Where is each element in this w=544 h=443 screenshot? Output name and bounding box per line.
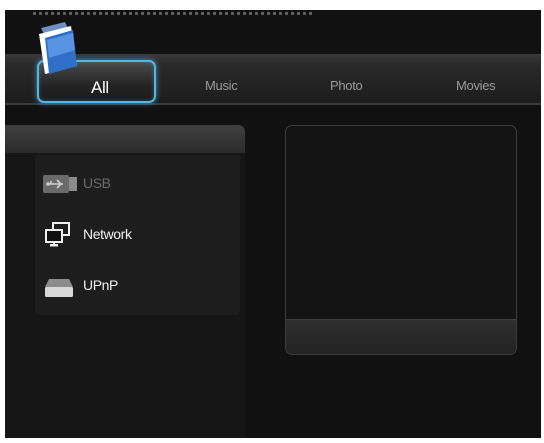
source-list: USB Network UPnP [35,155,240,315]
source-item-network-label: Network [83,226,132,242]
tab-movies[interactable]: Movies [456,78,496,93]
source-item-network[interactable]: Network [43,218,233,252]
source-item-usb-label: USB [83,175,111,191]
media-browser-screen: All Music Photo Movies USB Network UPnP [5,10,541,438]
source-item-upnp[interactable]: UPnP [43,269,233,303]
tab-bar-divider [5,103,541,105]
usb-icon [43,175,77,193]
preview-panel [285,125,517,355]
tab-all-label: All [91,78,109,97]
upnp-icon [45,279,73,297]
source-panel-header [5,125,245,153]
tab-photo[interactable]: Photo [330,78,363,93]
source-item-upnp-label: UPnP [83,277,118,293]
decorative-dotted-strip [33,12,313,15]
tab-music[interactable]: Music [205,78,238,93]
source-item-usb[interactable]: USB [43,167,233,201]
preview-footer [286,319,516,354]
network-icon [45,222,70,247]
folder-icon [39,22,77,74]
